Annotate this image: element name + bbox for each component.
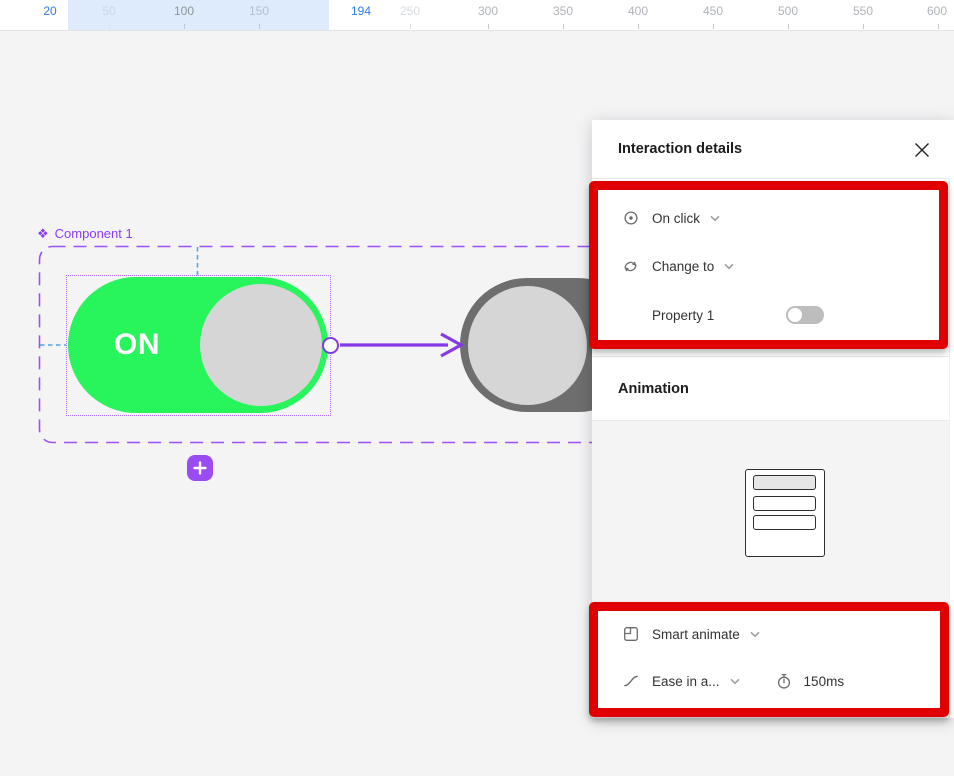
preview-row [753, 515, 816, 530]
ruler-label: 250 [399, 4, 421, 18]
change-to-swap-icon [622, 258, 639, 275]
chevron-down-icon[interactable] [710, 215, 720, 222]
ruler-tick [713, 24, 714, 29]
property-label: Property 1 [652, 307, 715, 323]
divider [592, 178, 954, 179]
trigger-dropdown[interactable]: On click [592, 204, 954, 232]
preview-row [753, 475, 816, 490]
component-icon: ❖ [37, 226, 49, 241]
animation-type-dropdown[interactable]: Smart animate [592, 620, 954, 648]
divider [592, 356, 954, 357]
ruler-tick [563, 24, 564, 29]
horizontal-ruler: 20 50 100 150 194 250 300 350 400 450 50… [0, 0, 954, 31]
ruler-tick [184, 24, 185, 29]
action-label: Change to [652, 258, 715, 274]
animation-type-label: Smart animate [652, 626, 740, 642]
stopwatch-icon [776, 673, 792, 690]
component-title[interactable]: ❖ Component 1 [37, 226, 133, 241]
ruler-tick [938, 24, 939, 29]
prototype-arrow-head [440, 332, 465, 358]
ruler-tick [788, 24, 789, 29]
chevron-down-icon[interactable] [750, 631, 760, 638]
ruler-label: 450 [702, 4, 724, 18]
chevron-down-icon[interactable] [724, 263, 734, 270]
on-click-trigger-icon [622, 210, 639, 227]
close-icon [915, 143, 929, 157]
ruler-tick [488, 24, 489, 29]
chevron-down-icon[interactable] [730, 678, 740, 685]
toggle-on-label: ON [114, 328, 160, 361]
toggle-knob [468, 286, 587, 405]
smart-animate-icon [622, 626, 639, 643]
easing-dropdown[interactable]: Ease in a... [652, 674, 720, 689]
animation-preview-thumbnail [745, 469, 825, 557]
ruler-label: 500 [777, 4, 799, 18]
ruler-label: 194 [350, 4, 372, 18]
ruler-label: 100 [173, 4, 195, 18]
ruler-tick [410, 24, 411, 29]
trigger-label: On click [652, 210, 701, 226]
toggle-variant-on[interactable]: ON [68, 277, 328, 413]
ruler-label: 400 [627, 4, 649, 18]
close-button[interactable] [913, 141, 931, 159]
ruler-tick [259, 24, 260, 29]
preview-row [753, 496, 816, 511]
toggle-knob [788, 308, 802, 322]
interaction-details-panel: Interaction details On click Change to P… [592, 120, 954, 718]
easing-row: Ease in a... 150ms [592, 667, 954, 695]
plus-icon [193, 461, 207, 475]
animation-preview-area [592, 420, 954, 605]
component-name-label[interactable]: Component 1 [55, 226, 133, 241]
add-variant-button[interactable] [187, 455, 213, 481]
prototype-connector-handle[interactable] [322, 337, 339, 354]
ruler-tick [638, 24, 639, 29]
animation-section-title: Animation [618, 381, 689, 397]
figma-prototype-screen: 20 50 100 150 194 250 300 350 400 450 50… [0, 0, 954, 776]
property-row: Property 1 [592, 301, 954, 329]
ruler-label: 350 [552, 4, 574, 18]
ruler-label: 150 [248, 4, 270, 18]
duration-field[interactable]: 150ms [804, 674, 845, 689]
ruler-label: 300 [477, 4, 499, 18]
property-1-toggle[interactable] [786, 306, 824, 324]
action-dropdown[interactable]: Change to [592, 252, 954, 280]
ruler-label: 600 [926, 4, 948, 18]
ruler-tick [109, 24, 110, 29]
ruler-label: 50 [102, 4, 116, 18]
panel-title: Interaction details [618, 141, 743, 157]
ruler-label: 20 [43, 4, 57, 18]
ruler-label: 550 [852, 4, 874, 18]
toggle-knob [200, 284, 322, 406]
ruler-tick [863, 24, 864, 29]
easing-curve-icon [622, 673, 639, 690]
